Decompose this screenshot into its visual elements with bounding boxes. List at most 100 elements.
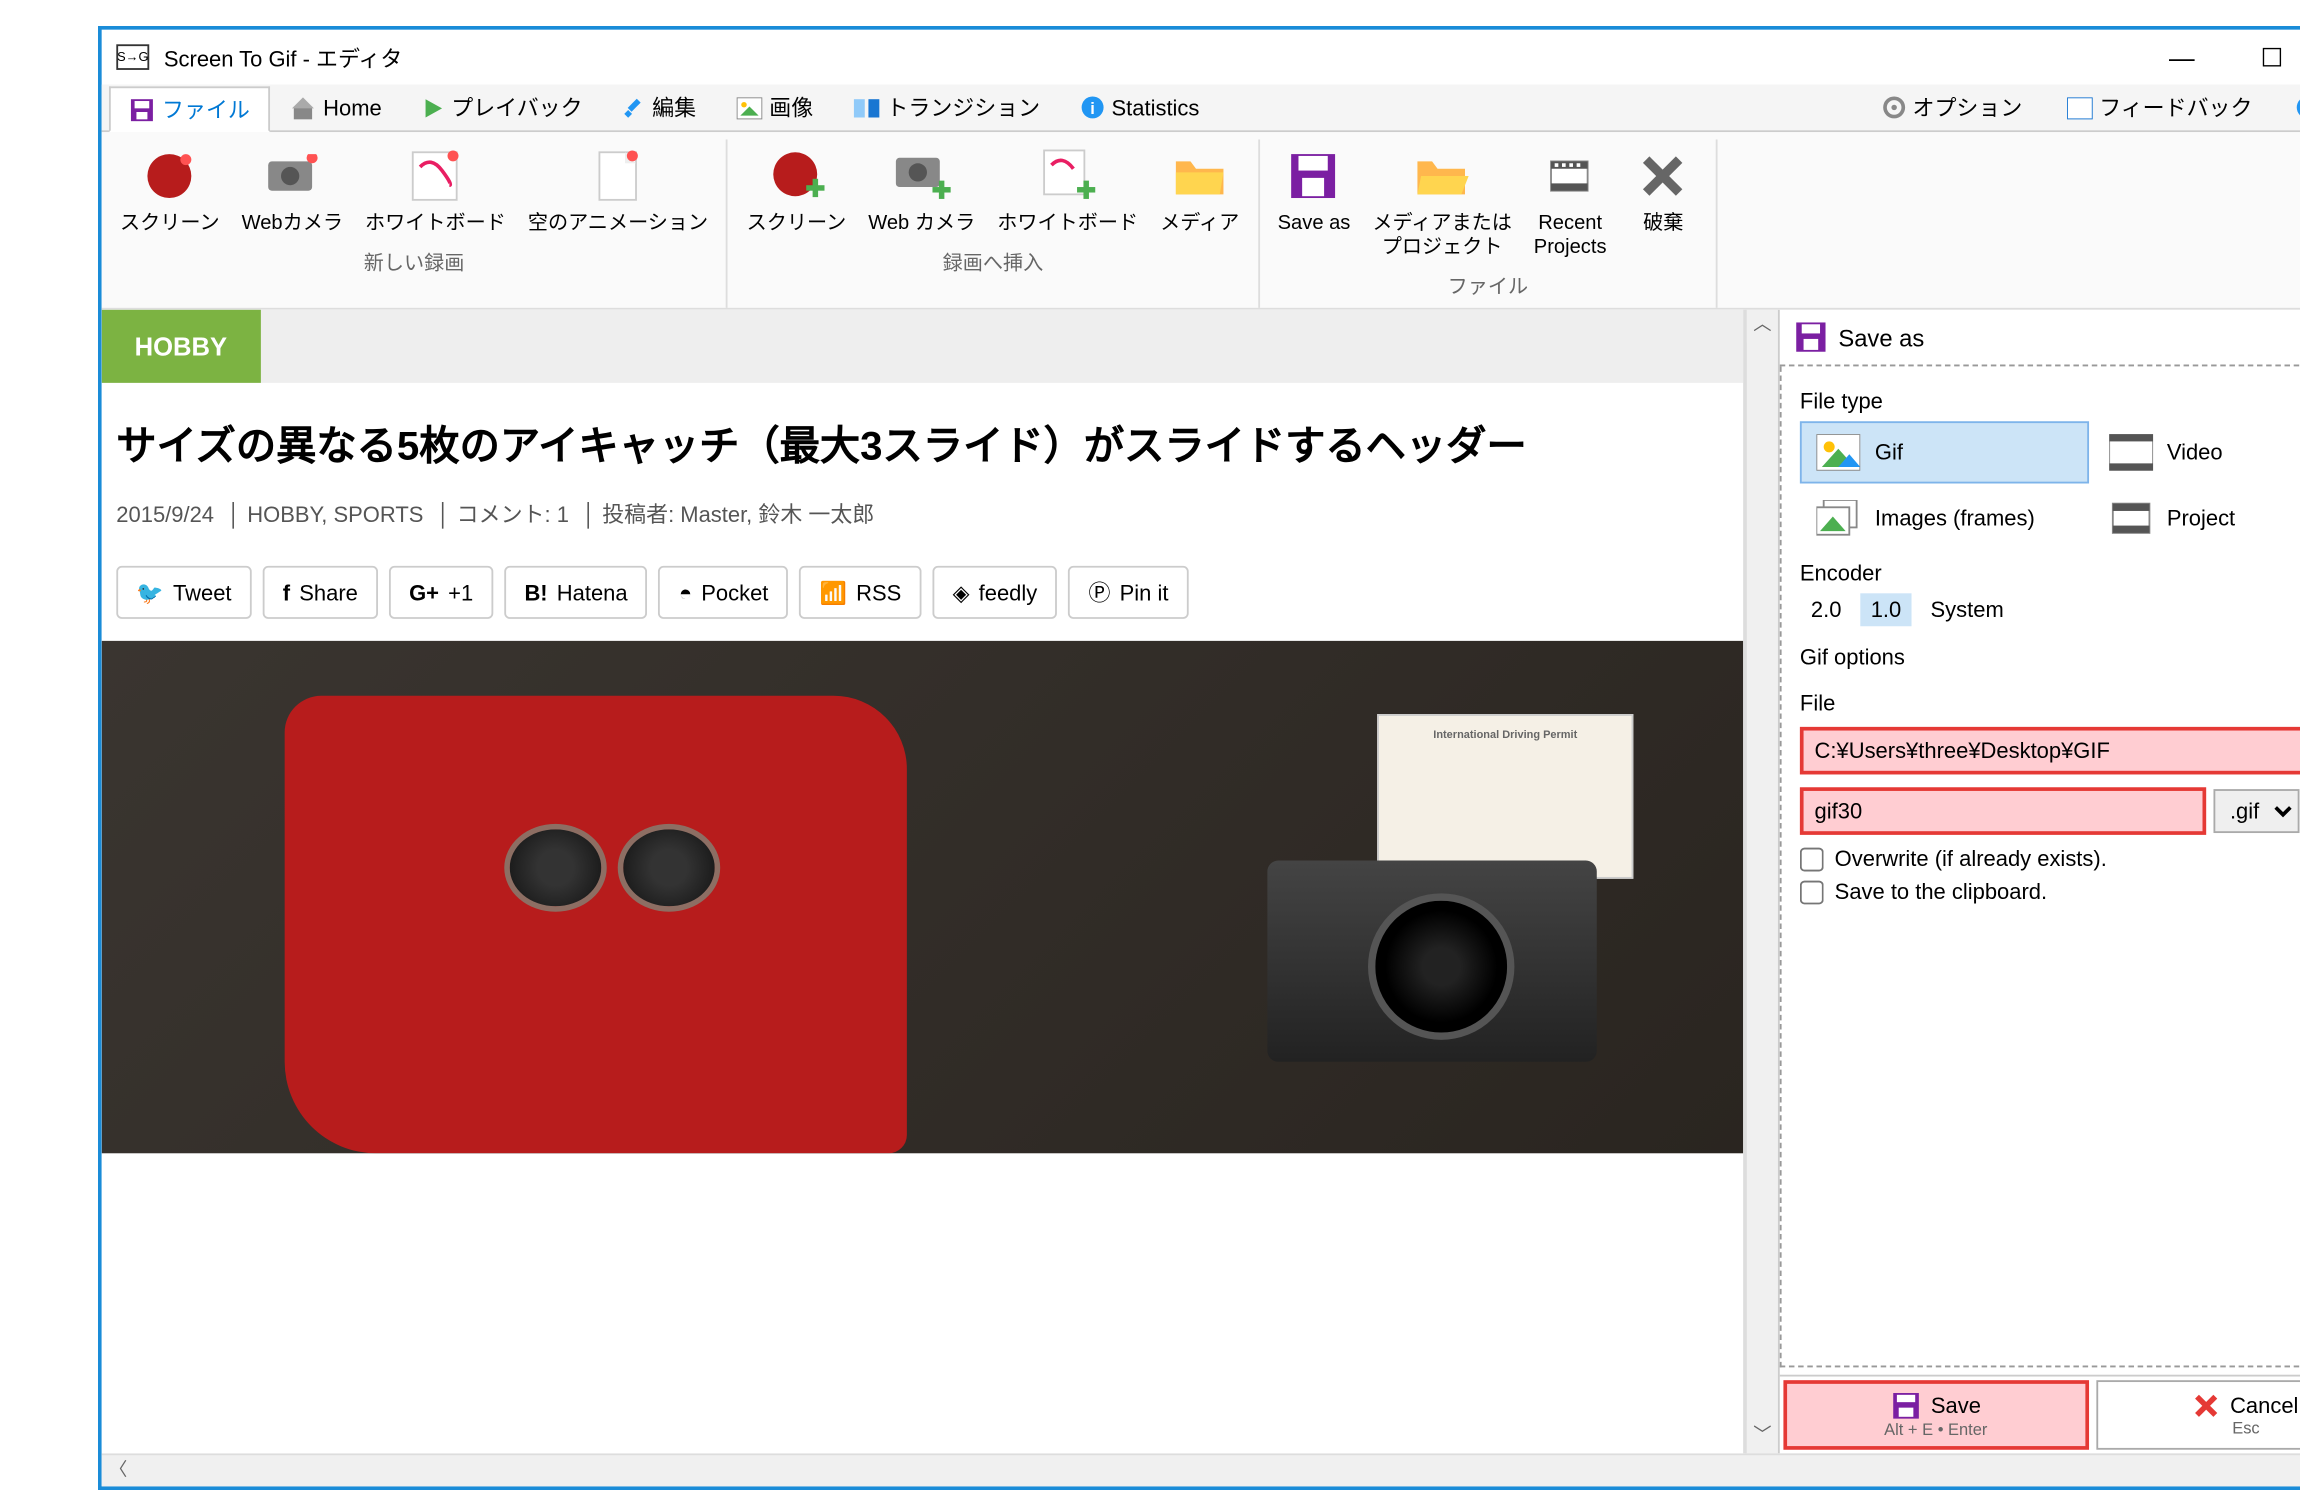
filetype-video-label: Video	[2167, 440, 2223, 466]
save-shortcut: Alt + E • Enter	[1884, 1420, 1987, 1438]
maximize-button[interactable]: ☐	[2246, 34, 2298, 80]
save-button[interactable]: Save Alt + E • Enter	[1783, 1380, 2088, 1450]
scroll-left-button[interactable]: 〈	[102, 1455, 135, 1486]
recent-label: Recent Projects	[1534, 213, 1607, 261]
recent-projects-button[interactable]: Recent Projects	[1523, 139, 1618, 268]
insert-whiteboard-button[interactable]: ホワイトボード	[986, 139, 1149, 244]
cancel-button[interactable]: Cancel Esc	[2095, 1380, 2300, 1450]
record-screen-icon	[140, 147, 199, 206]
scroll-up-button[interactable]: ︿	[1747, 310, 1778, 343]
rss-icon: 📶	[820, 580, 847, 606]
blank-icon	[589, 147, 648, 206]
minimize-button[interactable]: —	[2154, 35, 2209, 79]
insert-screen-button[interactable]: スクリーン	[736, 139, 858, 244]
new-whiteboard-button[interactable]: ホワイトボード	[354, 139, 517, 244]
media-project-label: メディアまたは プロジェクト	[1372, 213, 1512, 261]
preview-pane: HOBBY サイズの異なる5枚のアイキャッチ（最大3スライド）がスライドするヘッ…	[102, 310, 1745, 1453]
new-webcam-label: Webカメラ	[242, 213, 343, 237]
pocket-button[interactable]: ◓Pocket	[659, 566, 789, 619]
twitter-icon: 🐦	[136, 580, 163, 606]
tab-statistics-label: Statistics	[1112, 95, 1200, 121]
new-webcam-button[interactable]: Webカメラ	[231, 139, 354, 244]
overwrite-row: Overwrite (if already exists).	[1800, 847, 2300, 873]
record-screen-add-icon	[767, 147, 826, 206]
discard-label: 破棄	[1643, 213, 1683, 237]
pinit-button[interactable]: ⓅPin it	[1068, 566, 1188, 619]
tab-home[interactable]: Home	[270, 87, 402, 127]
encoder-system[interactable]: System	[1920, 594, 2015, 627]
filmstrip-icon	[1541, 147, 1600, 206]
saveas-button[interactable]: Save as	[1267, 139, 1362, 268]
play-icon	[422, 96, 444, 118]
overwrite-label: Overwrite (if already exists).	[1835, 847, 2107, 873]
filetype-gif[interactable]: Gif	[1800, 422, 2088, 484]
tab-options[interactable]: オプション	[1861, 85, 2042, 131]
insert-media-button[interactable]: メディア	[1149, 139, 1250, 244]
app-window: S→G Screen To Gif - エディタ — ☐ ✕ ファイル Home…	[98, 26, 2300, 1490]
images-icon	[1816, 501, 1860, 538]
gif-options-toggle[interactable]: Gif options ﹀	[1800, 634, 2300, 680]
camera-graphic	[1267, 861, 1596, 1062]
bag-graphic	[285, 696, 907, 1154]
filetype-images[interactable]: Images (frames)	[1800, 488, 2088, 550]
clipboard-checkbox[interactable]	[1800, 880, 1824, 904]
save-floppy-icon	[1891, 1391, 1920, 1420]
filetype-images-label: Images (frames)	[1875, 506, 2035, 532]
extension-select[interactable]: .gif	[2213, 790, 2299, 834]
ribbon: スクリーン Webカメラ ホワイトボード 空のアニメーション 新しい録画	[102, 132, 2300, 310]
scroll-down-button[interactable]: ﹀	[1747, 1420, 1778, 1453]
ribbon-group-file: Save as メディアまたは プロジェクト Recent Projects 破…	[1259, 139, 1718, 308]
filetype-project[interactable]: Project	[2092, 488, 2300, 550]
scroll-track[interactable]	[1747, 343, 1778, 1420]
tab-edit-label: 編集	[652, 92, 696, 123]
filetype-grid: Gif Video Images (frames) Project	[1800, 422, 2300, 550]
feedly-button[interactable]: ◈feedly	[932, 566, 1057, 619]
info-icon: i	[1080, 96, 1104, 120]
tab-file[interactable]: ファイル	[109, 86, 270, 132]
overwrite-checkbox[interactable]	[1800, 847, 1824, 871]
image-icon	[736, 96, 762, 118]
discard-button[interactable]: 破棄	[1618, 139, 1710, 268]
file-path-input[interactable]	[1800, 728, 2300, 776]
tab-image[interactable]: 画像	[716, 85, 833, 131]
tab-image-label: 画像	[769, 92, 813, 123]
media-project-button[interactable]: メディアまたは プロジェクト	[1361, 139, 1522, 268]
h-scroll-track[interactable]	[135, 1455, 2300, 1486]
tab-transition[interactable]: トランジション	[833, 85, 1060, 131]
tab-home-label: Home	[323, 95, 382, 121]
gear-icon	[1881, 96, 1905, 120]
insert-webcam-button[interactable]: Web カメラ	[857, 139, 986, 244]
menubar: ファイル Home プレイバック 編集 画像 トランジション i Statist…	[102, 85, 2300, 133]
tab-playback[interactable]: プレイバック	[402, 85, 603, 131]
article-categories: HOBBY, SPORTS	[247, 502, 423, 528]
preview-scrollbar[interactable]: ︿ ﹀	[1745, 310, 1778, 1453]
filename-input[interactable]	[1800, 788, 2206, 836]
gplus-button[interactable]: G++1	[389, 566, 493, 619]
permit-graphic: International Driving Permit	[1377, 714, 1633, 879]
new-whiteboard-label: ホワイトボード	[365, 213, 506, 237]
webcam-icon	[263, 147, 322, 206]
filetype-video[interactable]: Video	[2092, 422, 2300, 484]
new-screen-button[interactable]: スクリーン	[109, 139, 231, 244]
saveas-label: Save as	[1278, 213, 1351, 237]
share-button[interactable]: fShare	[263, 566, 378, 619]
tab-feedback[interactable]: フィードバック	[2046, 85, 2272, 131]
tweet-button[interactable]: 🐦Tweet	[116, 566, 251, 619]
filetype-project-label: Project	[2167, 506, 2235, 532]
rss-button[interactable]: 📶RSS	[800, 566, 922, 619]
encoder-1-0[interactable]: 1.0	[1860, 594, 1912, 627]
filetype-label: File type	[1800, 389, 2300, 415]
tab-edit[interactable]: 編集	[603, 85, 716, 131]
save-as-panel: Save as ✕ File type Gif Video I	[1778, 310, 2300, 1453]
encoder-2-0[interactable]: 2.0	[1800, 594, 1852, 627]
horizontal-scrollbar[interactable]: 〈	[102, 1453, 2300, 1486]
app-icon: S→G	[116, 44, 149, 70]
pencil-icon	[623, 96, 645, 118]
floppy-small-icon	[1794, 321, 1827, 354]
hatena-button[interactable]: B!Hatena	[504, 566, 647, 619]
group-label-file: ファイル	[1448, 272, 1529, 301]
gif-options-label: Gif options	[1800, 644, 1905, 670]
tab-statistics[interactable]: i Statistics	[1060, 87, 1219, 127]
new-blank-button[interactable]: 空のアニメーション	[517, 139, 719, 244]
tab-help[interactable]: ? Help	[2276, 85, 2300, 131]
